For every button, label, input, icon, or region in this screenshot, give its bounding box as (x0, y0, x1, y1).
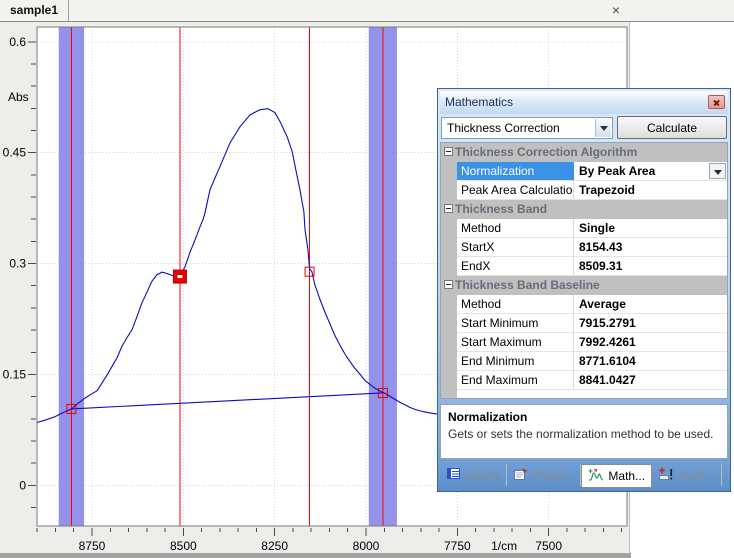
property-value[interactable]: 7915.2791 (574, 314, 727, 333)
property-row-method[interactable]: MethodAverage (441, 295, 727, 314)
property-value[interactable]: Average (574, 295, 727, 314)
dialog-title: Mathematics (445, 95, 513, 109)
x-axis-title: 1/cm (491, 539, 517, 553)
property-row-endx[interactable]: EndX8509.31 (441, 257, 727, 276)
close-document-icon[interactable]: × (606, 1, 626, 21)
property-row-end-maximum[interactable]: End Maximum8841.0427 (441, 371, 727, 390)
properties-icon (513, 467, 528, 484)
property-group-thickness-band[interactable]: Thickness Band (441, 200, 727, 219)
dialog-tab-prope[interactable]: Prope... (507, 464, 581, 486)
property-row-startx[interactable]: StartX8154.43 (441, 238, 727, 257)
property-value[interactable]: Trapezoid (574, 181, 727, 200)
property-label: End Maximum (457, 371, 574, 390)
mathematics-dialog: Mathematics Thickness Correction Calcula… (437, 88, 731, 492)
y-tick-label: 0 (19, 478, 26, 492)
audit-icon (658, 467, 674, 484)
property-label: Method (457, 295, 574, 314)
property-row-end-minimum[interactable]: End Minimum8771.6104 (441, 352, 727, 371)
property-value[interactable]: 8771.6104 (574, 352, 727, 371)
dialog-tab-label: Labels (465, 468, 500, 482)
x-tick-label: 8500 (170, 539, 197, 553)
chevron-down-icon[interactable] (595, 119, 611, 137)
y-tick-label: 0.6 (9, 35, 26, 49)
dialog-tab-label: Math... (608, 469, 645, 483)
labels-icon (446, 467, 461, 483)
collapse-icon[interactable] (444, 147, 453, 156)
property-label: Peak Area Calculation (457, 181, 574, 200)
x-tick-label: 7750 (444, 539, 471, 553)
math-icon (588, 468, 604, 485)
window-bottom-edge (0, 553, 631, 558)
property-label: Start Minimum (457, 314, 574, 333)
property-description-panel: Normalization Gets or sets the normaliza… (440, 404, 728, 459)
tab-sample1-label: sample1 (10, 3, 58, 17)
dialog-close-icon[interactable] (708, 95, 725, 109)
property-value[interactable]: By Peak Area (574, 162, 727, 181)
property-label: Normalization (457, 162, 574, 181)
operation-select[interactable]: Thickness Correction (441, 117, 613, 139)
property-row-method[interactable]: MethodSingle (441, 219, 727, 238)
y-axis-title: Abs (8, 90, 29, 104)
dialog-toolbar: Thickness Correction Calculate (440, 114, 728, 142)
x-tick-label: 8000 (353, 539, 380, 553)
document-tab-bar: sample1 × (0, 0, 734, 22)
dialog-tab-label: Prope... (532, 468, 574, 482)
y-tick-label: 0.15 (3, 367, 27, 381)
dialog-title-bar[interactable]: Mathematics (440, 91, 728, 114)
band-marker-selected-dot (177, 275, 182, 278)
collapse-icon[interactable] (444, 204, 453, 213)
description-text: Gets or sets the normalization method to… (448, 427, 720, 441)
dialog-tab-labels[interactable]: Labels (440, 464, 507, 486)
property-value[interactable]: 8154.43 (574, 238, 727, 257)
description-title: Normalization (448, 410, 720, 424)
property-row-start-maximum[interactable]: Start Maximum7992.4261 (441, 333, 727, 352)
property-label: StartX (457, 238, 574, 257)
property-group-thickness-band-baseline[interactable]: Thickness Band Baseline (441, 276, 727, 295)
property-value[interactable]: 8509.31 (574, 257, 727, 276)
dialog-tab-math[interactable]: Math... (581, 464, 652, 488)
property-label: Method (457, 219, 574, 238)
x-tick-label: 8250 (261, 539, 288, 553)
property-label: Start Maximum (457, 333, 574, 352)
property-row-peak-area-calculation[interactable]: Peak Area CalculationTrapezoid (441, 181, 727, 200)
collapse-icon[interactable] (444, 280, 453, 289)
y-tick-label: 0.3 (9, 257, 26, 271)
property-value[interactable]: Single (574, 219, 727, 238)
operation-select-value: Thickness Correction (442, 118, 612, 135)
property-value[interactable]: 8841.0427 (574, 371, 727, 390)
chevron-down-icon[interactable] (709, 163, 726, 179)
property-row-normalization[interactable]: NormalizationBy Peak Area (441, 162, 727, 181)
property-row-start-minimum[interactable]: Start Minimum7915.2791 (441, 314, 727, 333)
property-group-thickness-correction-algorithm[interactable]: Thickness Correction Algorithm (441, 143, 727, 162)
property-value[interactable]: 7992.4261 (574, 333, 727, 352)
dialog-tab-label: Audit... (678, 468, 715, 482)
dialog-tab-strip: Labels Prope... Math... Audit... (440, 463, 728, 489)
y-tick-label: 0.45 (3, 146, 27, 160)
tab-sample1[interactable]: sample1 (6, 0, 69, 21)
property-label: EndX (457, 257, 574, 276)
dialog-tab-audit[interactable]: Audit... (652, 464, 722, 486)
calculate-button[interactable]: Calculate (617, 116, 727, 139)
x-tick-label: 7500 (535, 539, 562, 553)
property-grid: Thickness Correction AlgorithmNormalizat… (440, 142, 728, 399)
x-tick-label: 8750 (79, 539, 106, 553)
property-label: End Minimum (457, 352, 574, 371)
